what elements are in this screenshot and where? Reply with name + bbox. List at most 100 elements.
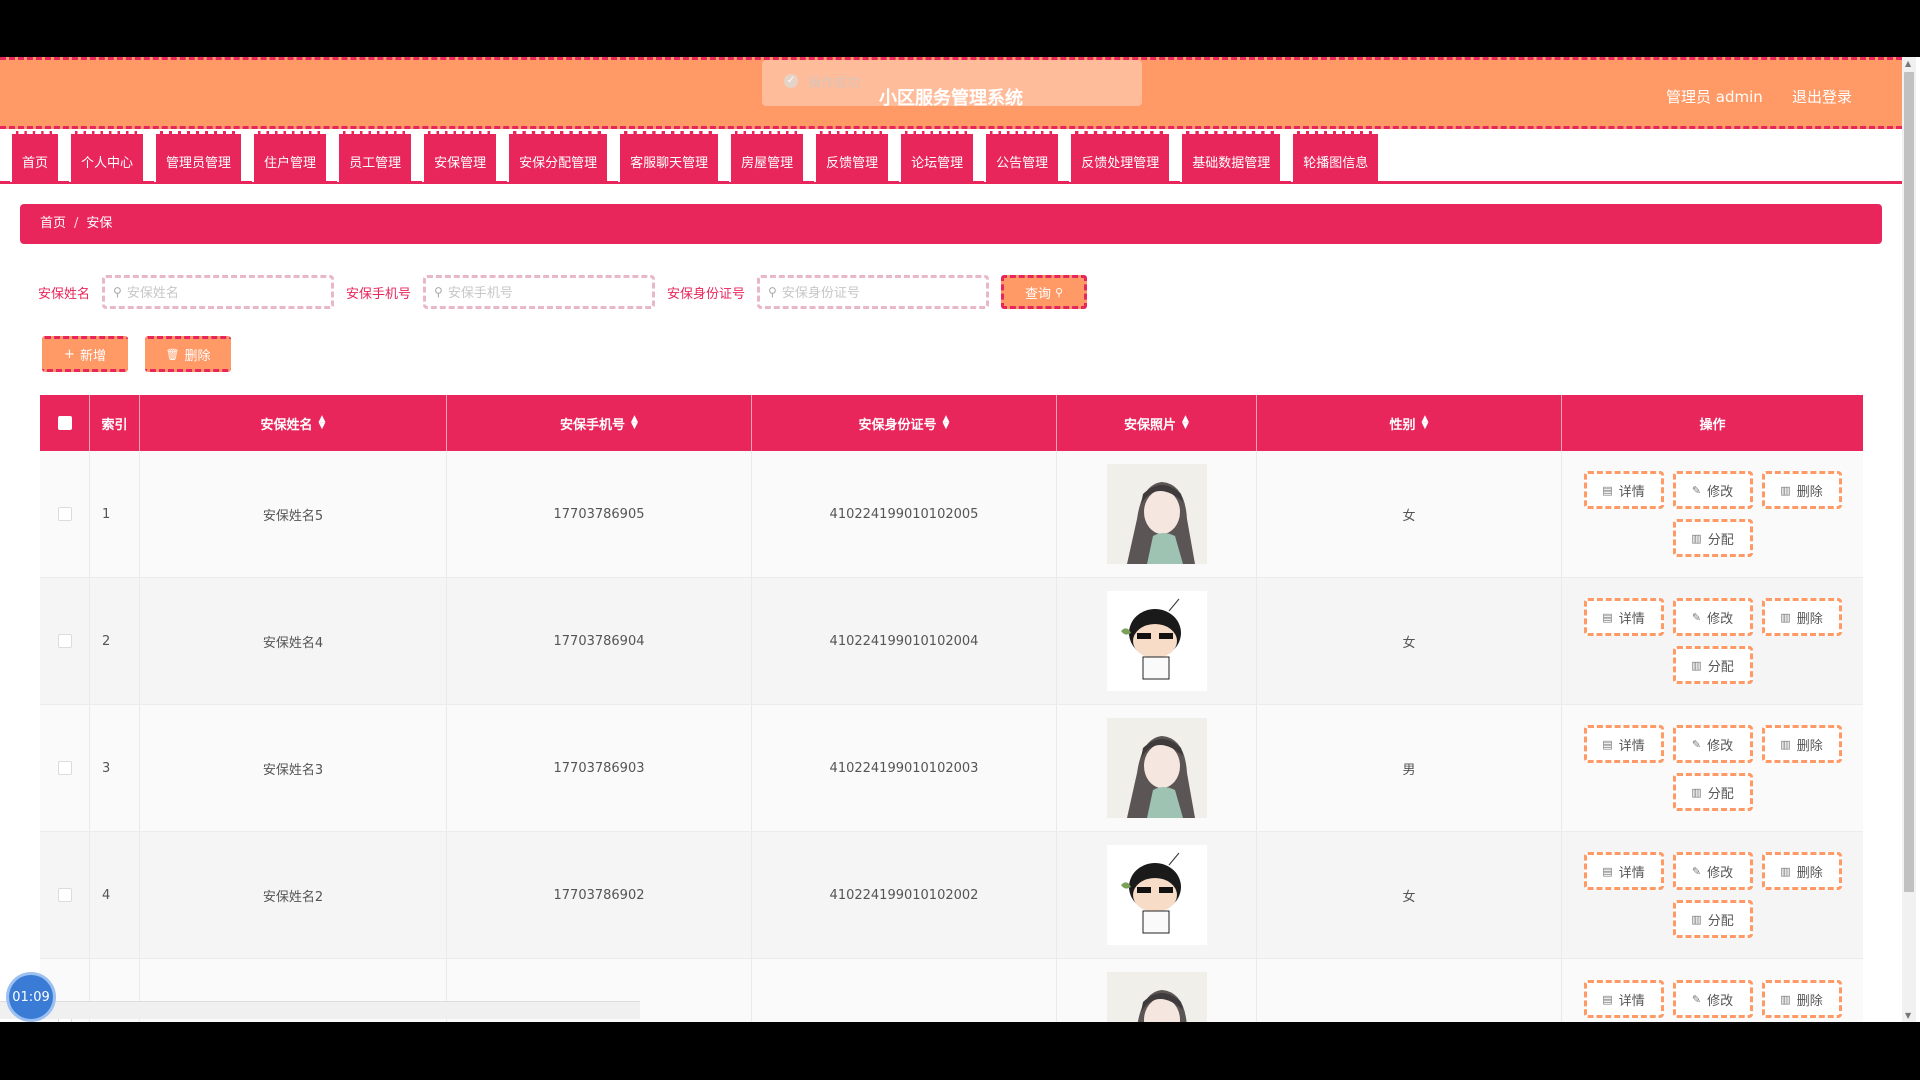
trash-icon: ▥ bbox=[1780, 610, 1791, 624]
horizontal-scrollbar[interactable] bbox=[0, 1001, 640, 1019]
detail-button[interactable]: ▤ 详情 bbox=[1583, 598, 1664, 636]
delete-button[interactable]: ▥ 删除 bbox=[1761, 852, 1842, 890]
header-idcard[interactable]: 安保身份证号 ▲ ▼ bbox=[752, 395, 1057, 451]
row-name: 安保姓名5 bbox=[140, 451, 447, 577]
pencil-icon: ✎ bbox=[1691, 610, 1702, 624]
assign-button[interactable]: ▥ 分配 bbox=[1672, 646, 1753, 684]
cartoon-boy-avatar-image[interactable] bbox=[1106, 845, 1207, 945]
breadcrumb: 首页 / 安保 bbox=[20, 204, 1882, 244]
detail-button[interactable]: ▤ 详情 bbox=[1583, 852, 1664, 890]
nav-item-residents[interactable]: 住户管理 bbox=[252, 131, 327, 182]
nav-item-admin[interactable]: 管理员管理 bbox=[154, 131, 242, 182]
nav-item-feedback[interactable]: 反馈管理 bbox=[814, 131, 889, 182]
detail-button[interactable]: ▤ 详情 bbox=[1583, 471, 1664, 509]
row-gender: 女 bbox=[1257, 578, 1562, 704]
query-button[interactable]: 查询 ⚲ bbox=[1001, 275, 1088, 309]
row-ops: ▤ 详情 ✎ 修改 ▥ 删除 ▥ 分配 bbox=[1562, 578, 1863, 704]
trash-icon: 🗑 bbox=[165, 347, 180, 361]
header-index: 索引 bbox=[90, 395, 140, 451]
breadcrumb-home[interactable]: 首页 bbox=[40, 216, 66, 231]
detail-button[interactable]: ▤ 详情 bbox=[1583, 980, 1664, 1018]
edit-button[interactable]: ✎ 修改 bbox=[1672, 598, 1753, 636]
trash-icon: ▥ bbox=[1691, 785, 1702, 799]
row-phone: 17703786905 bbox=[447, 451, 752, 577]
nav-item-staff[interactable]: 员工管理 bbox=[337, 131, 412, 182]
scroll-up-arrow-icon[interactable]: ▲ bbox=[1905, 59, 1911, 68]
pencil-icon: ✎ bbox=[1691, 992, 1702, 1006]
assign-label: 分配 bbox=[1707, 786, 1734, 802]
header-name[interactable]: 安保姓名 ▲ ▼ bbox=[140, 395, 447, 451]
assign-button[interactable]: ▥ 分配 bbox=[1672, 900, 1753, 938]
row-idcard: 410224199010102002 bbox=[752, 832, 1057, 958]
scroll-down-arrow-icon[interactable]: ▼ bbox=[1905, 1011, 1911, 1020]
header-gender[interactable]: 性别 ▲ ▼ bbox=[1257, 395, 1562, 451]
select-all-checkbox[interactable] bbox=[57, 416, 72, 430]
pencil-icon: ✎ bbox=[1691, 737, 1702, 751]
document-icon: ▤ bbox=[1602, 864, 1613, 878]
nav-item-security[interactable]: 安保管理 bbox=[422, 131, 497, 182]
nav-item-carousel[interactable]: 轮播图信息 bbox=[1291, 131, 1379, 182]
admin-label: 管理员 admin bbox=[1666, 88, 1763, 106]
row-index: 1 bbox=[90, 451, 140, 577]
delete-button[interactable]: ▥ 删除 bbox=[1761, 725, 1842, 763]
header-ops: 操作 bbox=[1699, 417, 1726, 433]
row-idcard: 410224199010102004 bbox=[752, 578, 1057, 704]
row-photo-cell bbox=[1057, 451, 1257, 577]
edit-label: 修改 bbox=[1707, 865, 1734, 881]
edit-button[interactable]: ✎ 修改 bbox=[1672, 852, 1753, 890]
assign-button[interactable]: ▥ 分配 bbox=[1672, 519, 1753, 557]
nav-item-profile[interactable]: 个人中心 bbox=[69, 131, 144, 182]
delete-button[interactable]: ▥ 删除 bbox=[1761, 980, 1842, 1018]
vertical-scrollbar[interactable]: ▲ ▼ bbox=[1902, 57, 1916, 1022]
row-gender bbox=[1257, 959, 1562, 1022]
girl-avatar-image[interactable] bbox=[1106, 464, 1207, 564]
girl-avatar-image[interactable] bbox=[1106, 718, 1207, 818]
row-checkbox[interactable] bbox=[57, 888, 72, 902]
nav-item-forum[interactable]: 论坛管理 bbox=[899, 131, 974, 182]
nav-item-feedback-handle[interactable]: 反馈处理管理 bbox=[1069, 131, 1170, 182]
idcard-search-input[interactable] bbox=[781, 284, 972, 300]
action-bar: + 新增 🗑 删除 bbox=[42, 336, 231, 372]
nav-item-notice[interactable]: 公告管理 bbox=[984, 131, 1059, 182]
nav-item-housing[interactable]: 房屋管理 bbox=[729, 131, 804, 182]
security-table: 索引 安保姓名 ▲ ▼ 安保手机号 ▲ ▼ 安保身份证号 ▲ ▼ 安保照片 ▲ ▼ 性别… bbox=[40, 395, 1863, 1022]
pencil-icon: ✎ bbox=[1691, 864, 1702, 878]
delete-label: 删除 bbox=[1796, 865, 1823, 881]
row-checkbox[interactable] bbox=[57, 761, 72, 775]
edit-button[interactable]: ✎ 修改 bbox=[1672, 980, 1753, 1018]
table-header: 索引 安保姓名 ▲ ▼ 安保手机号 ▲ ▼ 安保身份证号 ▲ ▼ 安保照片 ▲ ▼ 性别… bbox=[40, 395, 1863, 451]
name-search-input[interactable] bbox=[126, 284, 317, 300]
logout-link[interactable]: 退出登录 bbox=[1792, 86, 1852, 107]
site-title: 小区服务管理系统 bbox=[879, 88, 1023, 109]
delete-button[interactable]: ▥ 删除 bbox=[1761, 471, 1842, 509]
scrollbar-thumb[interactable] bbox=[1904, 72, 1914, 892]
trash-icon: ▥ bbox=[1780, 864, 1791, 878]
row-checkbox[interactable] bbox=[57, 507, 72, 521]
girl-avatar-image[interactable] bbox=[1106, 972, 1207, 1022]
table-row: 3 安保姓名3 17703786903 410224199010102003 男… bbox=[40, 705, 1863, 832]
detail-button[interactable]: ▤ 详情 bbox=[1583, 725, 1664, 763]
nav-item-home[interactable]: 首页 bbox=[10, 131, 59, 182]
header-idcard-label: 安保身份证号 bbox=[858, 417, 937, 433]
cartoon-boy-avatar-image[interactable] bbox=[1106, 591, 1207, 691]
header-photo[interactable]: 安保照片 ▲ ▼ bbox=[1057, 395, 1257, 451]
nav-item-chat[interactable]: 客服聊天管理 bbox=[618, 131, 719, 182]
header-phone[interactable]: 安保手机号 ▲ ▼ bbox=[447, 395, 752, 451]
delete-button[interactable]: ▥ 删除 bbox=[1761, 598, 1842, 636]
document-icon: ▤ bbox=[1602, 483, 1613, 497]
trash-icon: ▥ bbox=[1691, 658, 1702, 672]
row-checkbox[interactable] bbox=[57, 634, 72, 648]
search-form: 安保姓名 ⚲ 安保手机号 ⚲ 安保身份证号 ⚲ 查询 ⚲ bbox=[38, 275, 1088, 309]
row-phone: 17703786903 bbox=[447, 705, 752, 831]
phone-search-input[interactable] bbox=[447, 284, 638, 300]
row-photo-cell bbox=[1057, 705, 1257, 831]
nav-item-security-assign[interactable]: 安保分配管理 bbox=[507, 131, 608, 182]
add-button[interactable]: + 新增 bbox=[42, 336, 128, 372]
assign-button[interactable]: ▥ 分配 bbox=[1672, 773, 1753, 811]
nav-item-basic-data[interactable]: 基础数据管理 bbox=[1180, 131, 1281, 182]
header-bar: ✓ 操作成功 小区服务管理系统 管理员 admin 退出登录 bbox=[0, 57, 1902, 129]
edit-button[interactable]: ✎ 修改 bbox=[1672, 725, 1753, 763]
edit-button[interactable]: ✎ 修改 bbox=[1672, 471, 1753, 509]
search-icon: ⚲ bbox=[768, 285, 777, 299]
batch-delete-button[interactable]: 🗑 删除 bbox=[145, 336, 231, 372]
